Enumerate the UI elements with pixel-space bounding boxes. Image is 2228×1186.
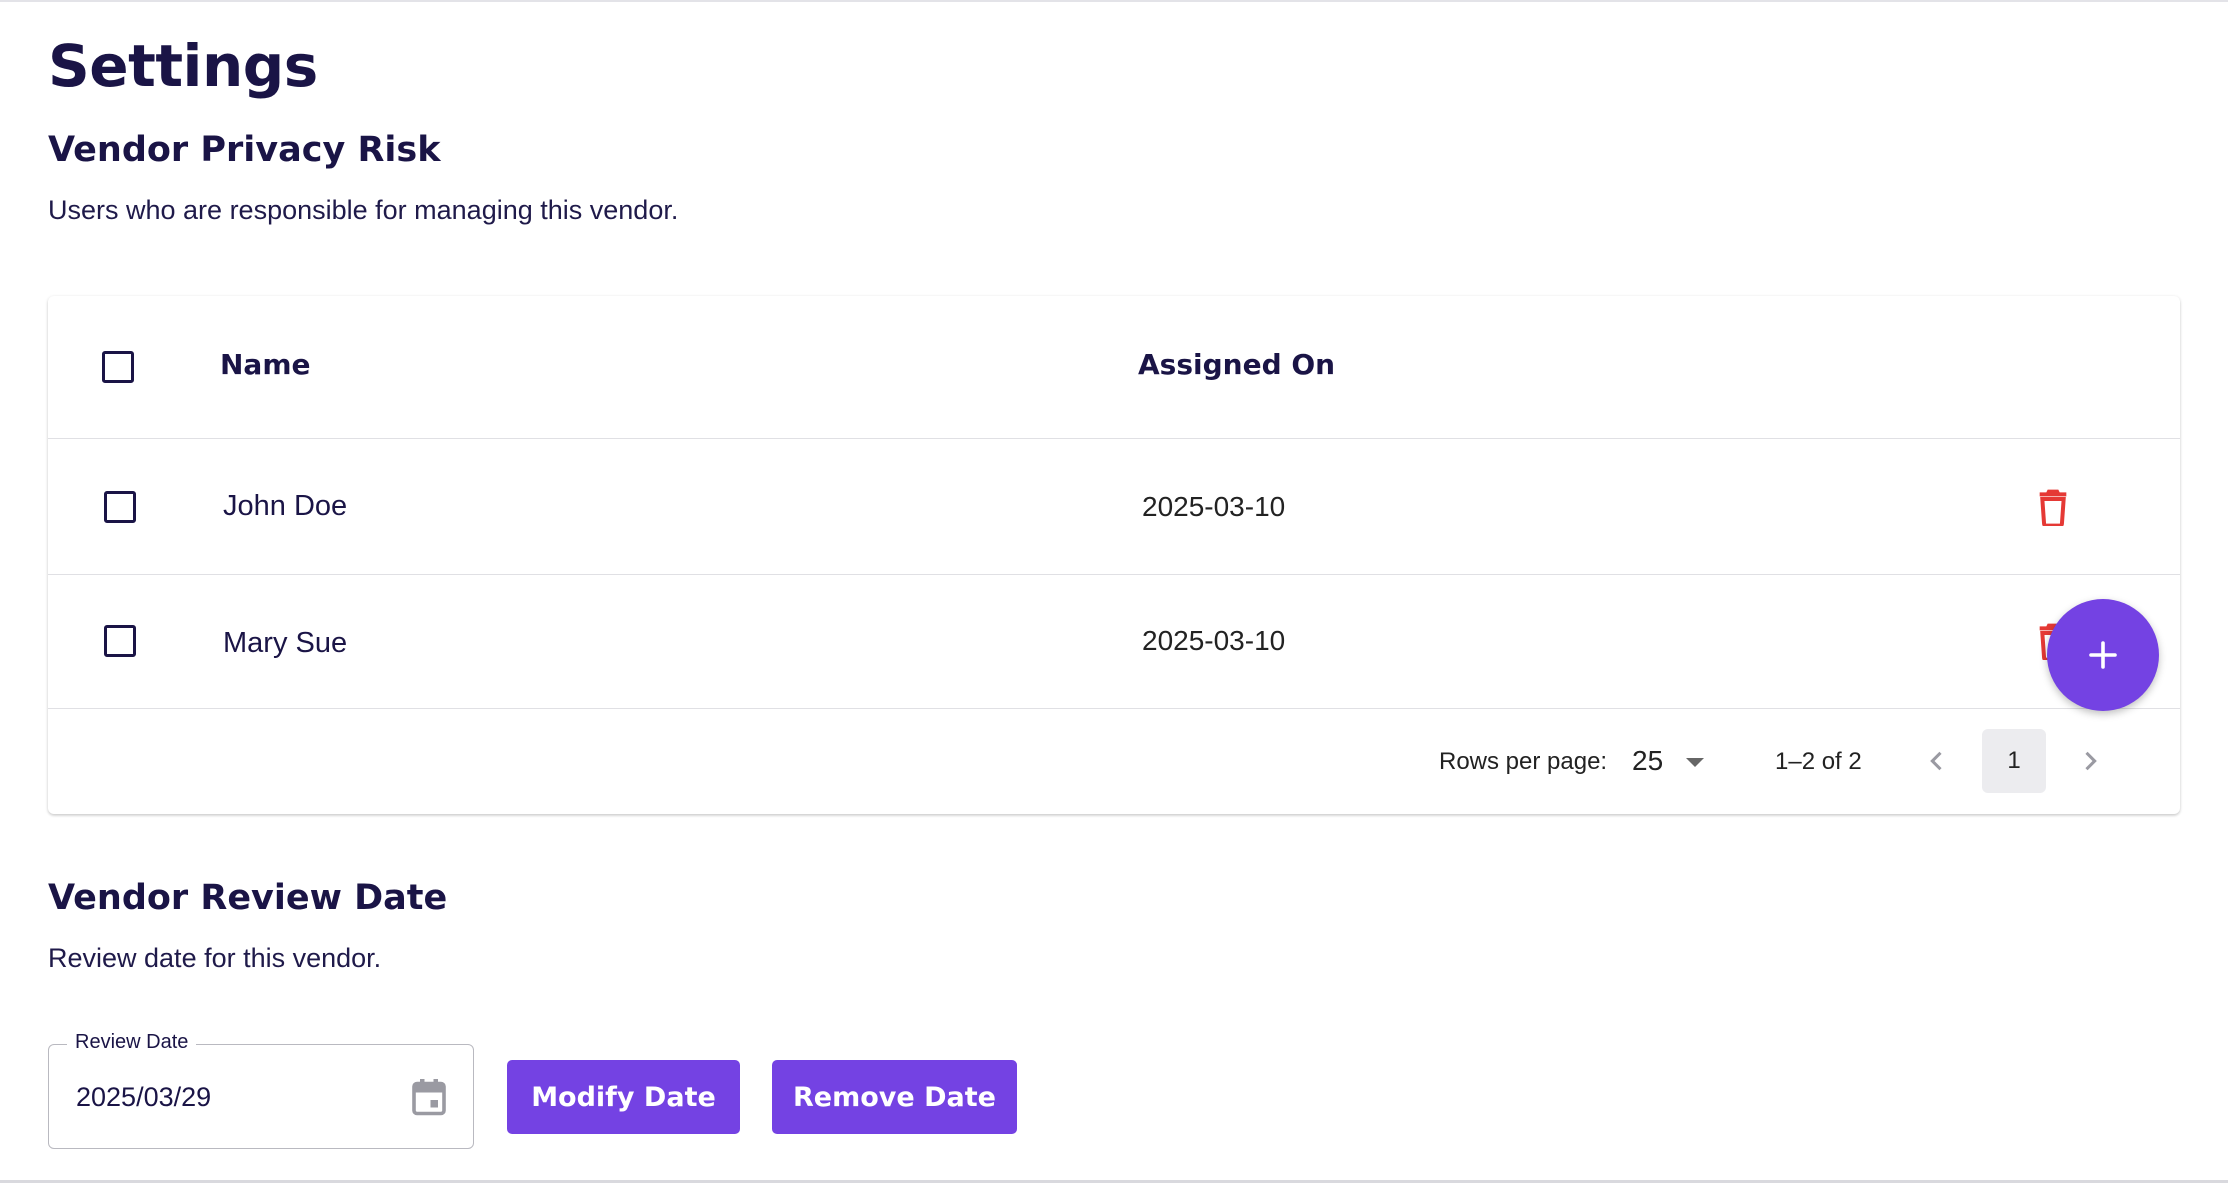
calendar-icon[interactable] [411, 1077, 447, 1117]
privacy-risk-description: Users who are responsible for managing t… [48, 195, 679, 225]
table-header-row: Name Assigned On [48, 296, 2180, 439]
table-row: John Doe 2025-03-10 [48, 439, 2180, 575]
page-button-current[interactable]: 1 [1982, 729, 2046, 793]
table-row: Mary Sue 2025-03-10 [48, 575, 2180, 709]
trash-icon[interactable] [2037, 488, 2069, 526]
privacy-risk-title: Vendor Privacy Risk [48, 130, 441, 170]
row-assigned-on: 2025-03-10 [1142, 491, 1286, 522]
rows-per-page-label: Rows per page: [1439, 748, 1608, 775]
plus-icon [2089, 641, 2117, 669]
review-date-title: Vendor Review Date [48, 878, 448, 918]
review-date-description: Review date for this vendor. [48, 943, 382, 973]
column-header-name[interactable]: Name [220, 348, 311, 381]
rows-per-page-select[interactable]: 25 [1628, 733, 1748, 789]
row-checkbox[interactable] [104, 491, 136, 523]
remove-date-button[interactable]: Remove Date [772, 1060, 1017, 1134]
rows-per-page-value: 25 [1632, 745, 1664, 776]
bottom-divider [0, 1180, 2228, 1183]
assigned-users-table: Name Assigned On John Doe 2025-03-10 Mar… [48, 296, 2180, 814]
add-user-button[interactable] [2047, 599, 2159, 711]
review-date-value[interactable]: 2025/03/29 [76, 1082, 211, 1113]
settings-page: Settings Vendor Privacy Risk Users who a… [0, 0, 2228, 1186]
row-name: John Doe [223, 490, 348, 522]
row-name: Mary Sue [223, 627, 348, 659]
page-title: Settings [48, 32, 318, 100]
review-date-label: Review Date [67, 1031, 197, 1054]
column-header-assigned-on[interactable]: Assigned On [1138, 348, 1335, 381]
chevron-right-icon[interactable] [2076, 747, 2104, 775]
pagination-range: 1–2 of 2 [1775, 748, 1862, 775]
review-date-field[interactable]: Review Date 2025/03/29 [48, 1031, 474, 1149]
modify-date-button[interactable]: Modify Date [507, 1060, 740, 1134]
row-assigned-on: 2025-03-10 [1142, 625, 1286, 656]
row-checkbox[interactable] [104, 625, 136, 657]
caret-down-icon [1686, 758, 1704, 767]
select-all-checkbox[interactable] [102, 351, 134, 383]
chevron-left-icon[interactable] [1923, 747, 1951, 775]
table-pagination: Rows per page: 25 1–2 of 2 1 [48, 709, 2180, 814]
